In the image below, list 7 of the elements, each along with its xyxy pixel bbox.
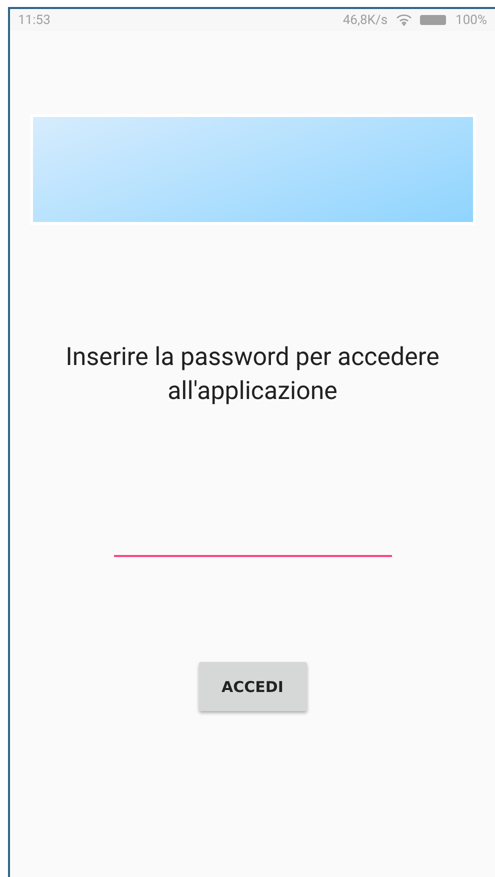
login-button[interactable]: ACCEDI bbox=[198, 662, 306, 711]
wifi-icon bbox=[396, 14, 412, 26]
network-speed: 46,8K/s bbox=[342, 12, 388, 28]
status-time: 11:53 bbox=[18, 12, 50, 28]
battery-icon bbox=[420, 15, 448, 25]
battery-level: 100% bbox=[456, 12, 487, 28]
prompt-text: Inserire la password per accedere all'applicazione bbox=[64, 342, 440, 408]
